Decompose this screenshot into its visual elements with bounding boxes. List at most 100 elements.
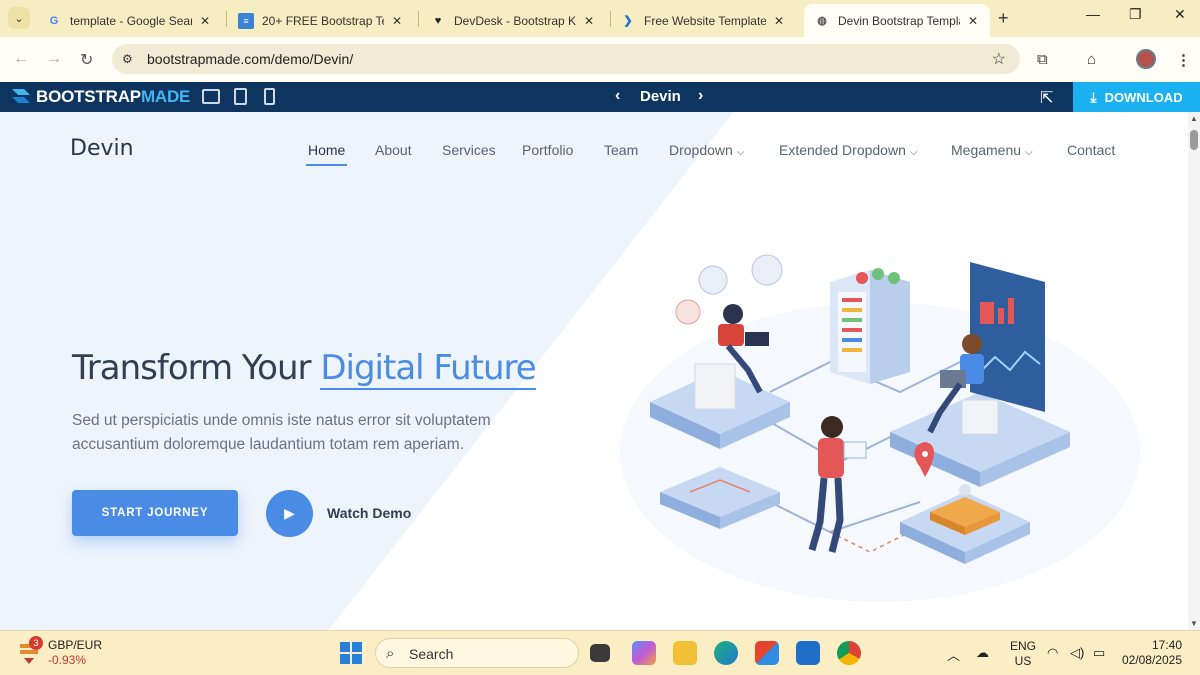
copilot-icon[interactable]	[632, 641, 656, 665]
close-icon[interactable]: ✕	[774, 14, 784, 28]
next-template-icon[interactable]: ›	[698, 87, 703, 105]
nav-label: Megamenu	[951, 142, 1022, 158]
language-indicator[interactable]: ENG US	[1010, 639, 1036, 669]
forward-button[interactable]: →	[46, 50, 62, 68]
watch-demo-link[interactable]: Watch Demo	[327, 505, 411, 521]
nav-home[interactable]: Home	[305, 142, 348, 166]
tab-separator	[418, 11, 419, 27]
bookmark-star-icon[interactable]: ☆	[992, 49, 1006, 69]
mobile-view-icon[interactable]	[264, 88, 275, 105]
nav-label: Dropdown	[669, 142, 733, 158]
nav-label: Home	[308, 142, 346, 158]
google-icon: G	[49, 14, 59, 27]
url-text[interactable]: bootstrapmade.com/demo/Devin/	[147, 51, 353, 67]
play-button[interactable]: ▶	[266, 490, 313, 537]
heart-icon: ♥	[434, 14, 442, 27]
tab-label: Free Website Templates -	[644, 13, 766, 28]
tab-label: template - Google Search	[70, 13, 192, 28]
microsoft-store-icon[interactable]	[755, 641, 779, 665]
logo-text-bootstrap: BOOTSTRAP	[36, 87, 141, 106]
chrome-icon[interactable]	[837, 641, 861, 665]
back-button[interactable]: ←	[13, 50, 29, 68]
minimize-button[interactable]: —	[1086, 6, 1100, 22]
tablet-view-icon[interactable]	[234, 88, 247, 105]
file-explorer-icon[interactable]	[673, 641, 697, 665]
bootstrapmade-logo-icon	[12, 89, 30, 103]
nav-extended-dropdown[interactable]: Extended Dropdown ⌵	[779, 142, 917, 158]
close-icon[interactable]: ✕	[392, 14, 402, 28]
restore-button[interactable]: ❐	[1129, 6, 1142, 23]
tab-free-website-templates[interactable]: ❯ Free Website Templates - ✕	[610, 4, 802, 37]
reload-button[interactable]: ↻	[80, 50, 93, 70]
battery-icon[interactable]: ▭	[1093, 645, 1105, 661]
scroll-down-arrow-icon[interactable]: ▼	[1190, 619, 1198, 628]
close-icon[interactable]: ✕	[968, 14, 978, 28]
system-clock[interactable]: 17:40 02/08/2025	[1118, 638, 1182, 668]
hero-illustration	[620, 254, 1140, 602]
search-label: Search	[409, 646, 454, 662]
nav-about[interactable]: About	[375, 142, 412, 158]
nav-portfolio[interactable]: Portfolio	[522, 142, 573, 158]
window-close-button[interactable]: ✕	[1174, 6, 1186, 23]
tab-google-search[interactable]: G template - Google Search ✕	[36, 4, 226, 37]
tab-search-button[interactable]: ⌄	[8, 7, 30, 29]
hero-title: Transform Your Digital Future	[72, 348, 537, 390]
previous-template-icon[interactable]: ‹	[615, 87, 620, 105]
new-tab-button[interactable]: +	[998, 8, 1009, 29]
download-button[interactable]: ⤓ DOWNLOAD	[1073, 82, 1200, 112]
scroll-up-arrow-icon[interactable]: ▲	[1190, 114, 1198, 123]
clock-date: 02/08/2025	[1121, 653, 1182, 667]
template-name: Devin	[640, 88, 681, 105]
nav-label: Extended Dropdown	[779, 142, 906, 158]
tab-devdesk[interactable]: ♥ DevDesk - Bootstrap Knowledge ✕	[420, 4, 610, 37]
currency-pair[interactable]: GBP/EUR	[48, 638, 102, 652]
scrollbar-thumb[interactable]	[1190, 130, 1198, 150]
nav-megamenu[interactable]: Megamenu ⌵	[951, 142, 1033, 158]
bootstrapmade-icon: ❯	[623, 15, 633, 27]
start-journey-button[interactable]: START JOURNEY	[72, 490, 238, 536]
tab-bootstrap-templates[interactable]: ≡ 20+ FREE Bootstrap Templates ✕	[228, 4, 418, 37]
taskbar-search-input[interactable]: ⌕ Search	[375, 638, 579, 668]
extensions-icon[interactable]: ⧉	[1037, 51, 1048, 68]
nav-dropdown[interactable]: Dropdown ⌵	[669, 142, 744, 158]
nav-contact[interactable]: Contact	[1067, 142, 1115, 158]
demo-bar: BOOTSTRAP MADE ‹ Devin › ⇱ ⤓ DOWNLOAD	[0, 82, 1200, 112]
incognito-icon[interactable]: ⌂	[1087, 51, 1096, 68]
tab-label: 20+ FREE Bootstrap Templates	[262, 13, 384, 28]
browser-menu-icon[interactable]: ⋮	[1176, 51, 1191, 69]
page-scrollbar[interactable]	[1188, 112, 1200, 630]
close-icon[interactable]: ✕	[200, 14, 210, 28]
globe-icon: ◍	[817, 15, 827, 27]
nav-services[interactable]: Services	[442, 142, 496, 158]
desktop-view-icon[interactable]	[202, 89, 220, 104]
tab-devin-template[interactable]: ◍ Devin Bootstrap Template ✕	[804, 4, 990, 37]
windows-start-icon[interactable]	[340, 642, 362, 664]
logo-text-made: MADE	[140, 87, 191, 106]
onedrive-cloud-icon[interactable]: ☁	[976, 645, 989, 661]
hero-paragraph: Sed ut perspiciatis unde omnis iste natu…	[72, 412, 491, 453]
close-icon[interactable]: ✕	[584, 14, 594, 28]
open-external-icon[interactable]: ⇱	[1040, 88, 1053, 108]
tab-label: DevDesk - Bootstrap Knowledge	[454, 13, 576, 28]
nav-label: Contact	[1067, 142, 1116, 158]
docs-icon: ≡	[238, 12, 254, 29]
page-viewport: Devin Home About Services Portfolio Team…	[0, 112, 1188, 630]
hero-title-accent: Digital Future	[320, 348, 537, 390]
nav-label: About	[375, 142, 412, 158]
hero-title-part1: Transform Your	[72, 348, 321, 388]
site-brand[interactable]: Devin	[70, 136, 134, 161]
edge-icon[interactable]	[714, 641, 738, 665]
volume-icon[interactable]: ◁)	[1070, 645, 1084, 661]
task-view-icon[interactable]	[590, 644, 610, 662]
site-settings-icon[interactable]: ⚙	[122, 52, 133, 66]
show-hidden-icons-icon[interactable]: ︿	[947, 645, 960, 664]
search-icon: ⌕	[386, 645, 395, 662]
nav-team[interactable]: Team	[604, 142, 638, 158]
nav-label: Team	[604, 142, 639, 158]
avatar[interactable]	[1136, 49, 1156, 69]
wifi-icon[interactable]: ◠	[1047, 645, 1058, 661]
chevron-down-icon: ⌵	[1025, 147, 1033, 158]
bootstrapmade-logo[interactable]: BOOTSTRAP MADE	[10, 87, 190, 107]
outlook-icon[interactable]	[796, 641, 820, 665]
omnibox[interactable]: ⚙ bootstrapmade.com/demo/Devin/ ☆	[112, 44, 1020, 74]
